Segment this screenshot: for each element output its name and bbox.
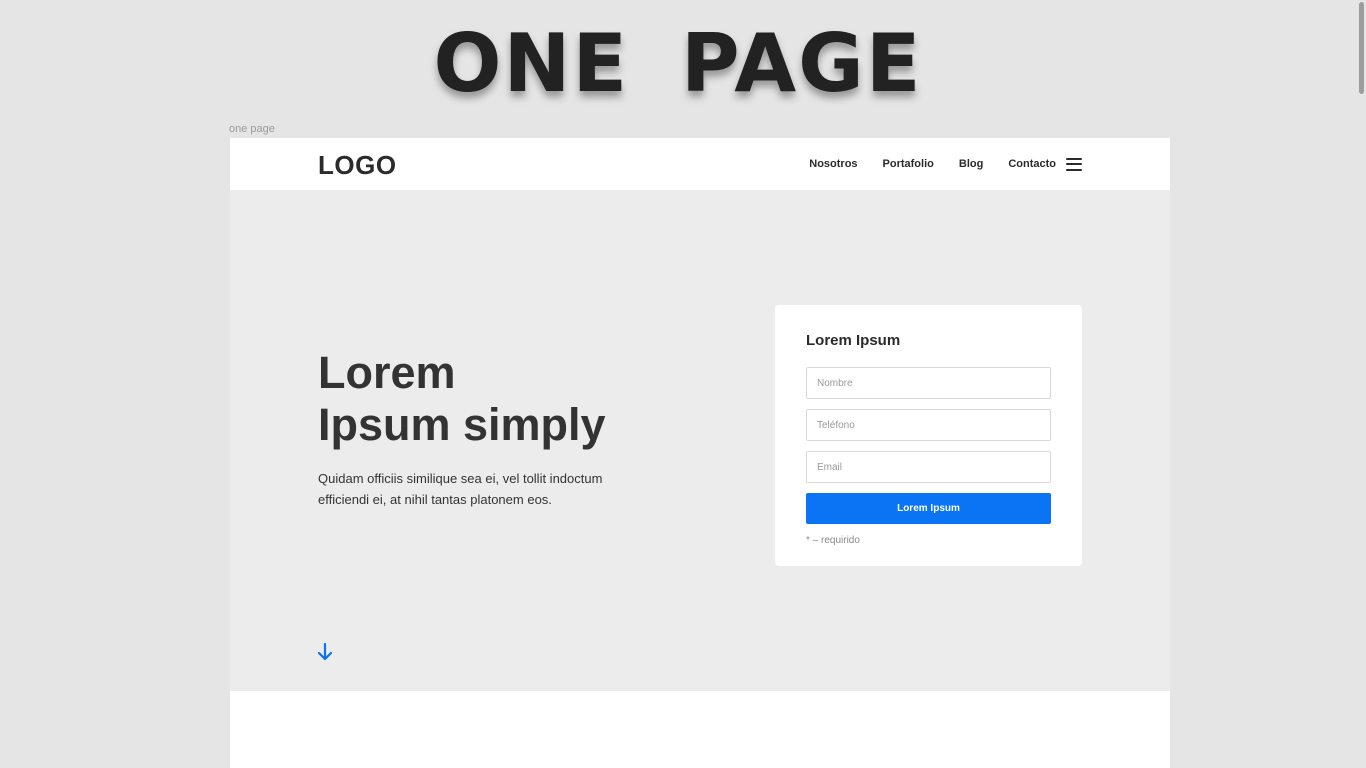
next-section: [230, 691, 1170, 768]
page-heading: ONE PAGE: [433, 17, 923, 110]
form-title: Lorem Ipsum: [806, 332, 901, 349]
frame-label: one page: [229, 123, 275, 135]
contact-form-card: Lorem Ipsum Lorem Ipsum * – requirido: [775, 305, 1082, 566]
nav-link-portafolio[interactable]: Portafolio: [883, 158, 934, 170]
hero-title: Lorem Ipsum simply: [318, 347, 718, 451]
scrollbar-thumb[interactable]: [1359, 2, 1364, 94]
logo[interactable]: LOGO: [318, 150, 397, 181]
scrollbar[interactable]: [1356, 0, 1366, 768]
nav-link-nosotros[interactable]: Nosotros: [809, 158, 857, 170]
nav-menu: Nosotros Portafolio Blog Contacto: [809, 138, 1082, 190]
submit-button[interactable]: Lorem Ipsum: [806, 493, 1051, 524]
arrow-down-icon[interactable]: [316, 642, 334, 662]
phone-input[interactable]: [806, 409, 1051, 441]
navbar: LOGO Nosotros Portafolio Blog Contacto: [230, 138, 1170, 190]
email-input[interactable]: [806, 451, 1051, 483]
hero-description: Quidam officiis similique sea ei, vel to…: [318, 471, 603, 507]
required-note: * – requirido: [806, 535, 860, 546]
name-input[interactable]: [806, 367, 1051, 399]
nav-link-contacto[interactable]: Contacto: [1008, 158, 1056, 170]
nav-link-blog[interactable]: Blog: [959, 158, 983, 170]
page-frame: LOGO Nosotros Portafolio Blog Contacto L…: [230, 138, 1170, 768]
hero-section: Lorem Ipsum simply Quidam officiis simil…: [230, 190, 1170, 691]
hero-title-line-1: Lorem: [318, 347, 456, 398]
hamburger-icon[interactable]: [1066, 157, 1082, 171]
hero-title-line-2: Ipsum simply: [318, 399, 606, 450]
